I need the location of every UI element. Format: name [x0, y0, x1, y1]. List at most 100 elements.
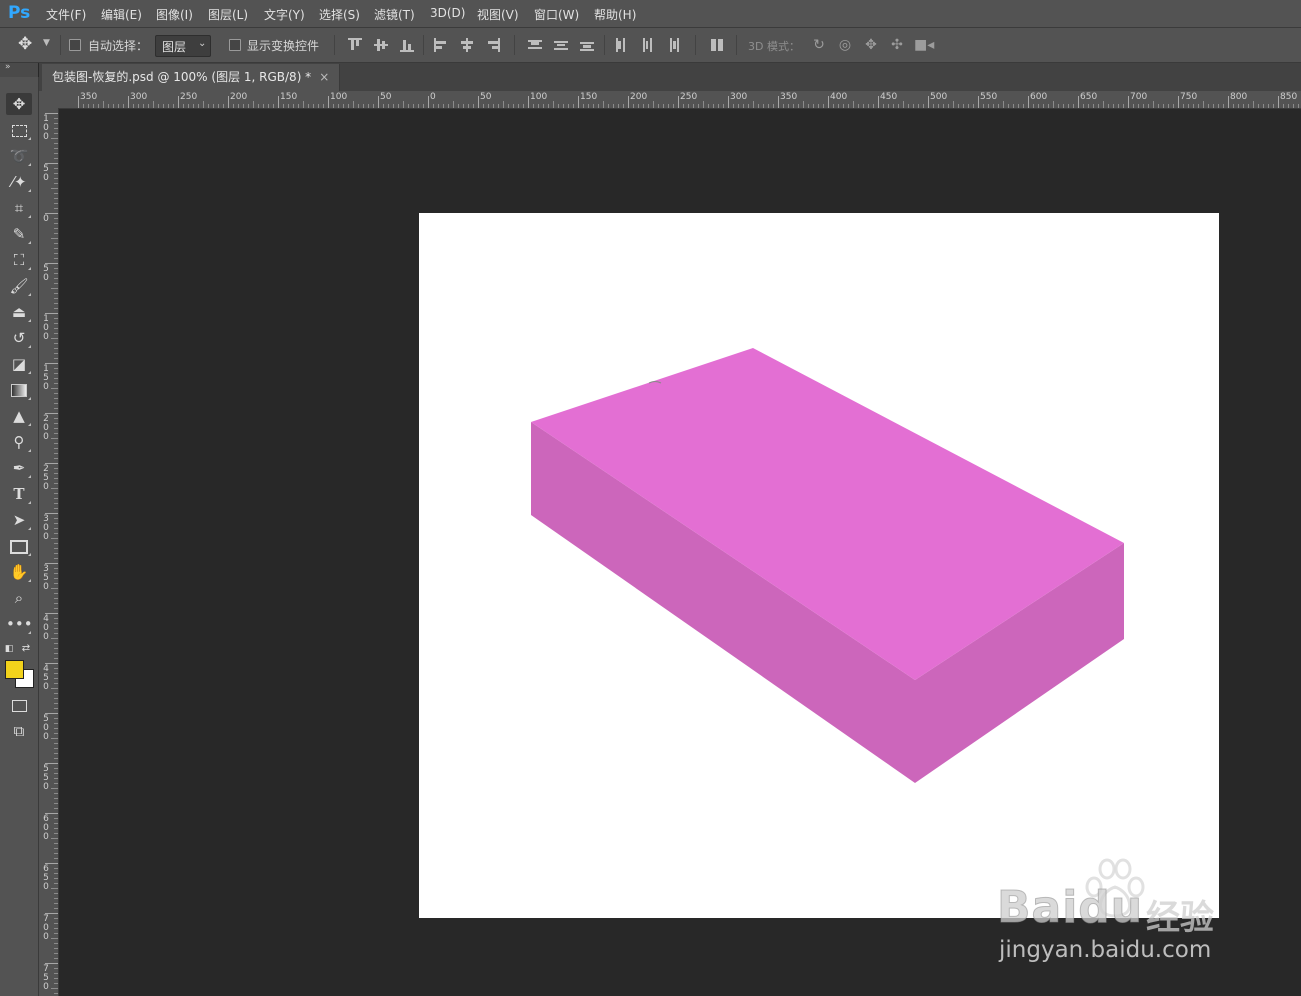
ruler-major-tick [378, 96, 379, 108]
hand-tool-icon[interactable]: ✋ [6, 561, 32, 583]
dodge-tool-icon[interactable]: ⚲ [6, 431, 32, 453]
default-colors-icon[interactable]: ◧ [3, 638, 15, 660]
menu-layer[interactable]: 图层(L) [208, 6, 248, 23]
3d-slide-icon[interactable]: ✣ [888, 36, 906, 54]
ruler-label: 750 [43, 964, 49, 992]
3d-pan-icon[interactable]: ✥ [862, 36, 880, 54]
ruler-major-tick [1028, 96, 1029, 108]
ruler-major-tick [428, 96, 429, 108]
more-tools-icon[interactable]: ••• [6, 613, 33, 635]
align-bottom-icon[interactable] [400, 38, 414, 52]
blur-tool-icon[interactable]: ▲ [6, 405, 32, 427]
ruler-origin[interactable] [39, 91, 59, 109]
menu-file[interactable]: 文件(F) [46, 6, 86, 23]
close-icon[interactable]: × [319, 70, 329, 84]
menu-edit[interactable]: 编辑(E) [101, 6, 142, 23]
menu-filter[interactable]: 滤镜(T) [374, 6, 415, 23]
tools-panel: ✥ ➰ ⁄✦ ⌗ ✎ ⛶ 🖌 ⏏ ↺ ◪ ▲ ⚲ ✒ T ➤ ✋ ⌕ ••• ◧… [0, 77, 39, 996]
menu-3d[interactable]: 3D(D) [430, 6, 465, 20]
document-canvas[interactable] [419, 213, 1219, 918]
foreground-color-swatch[interactable] [5, 660, 24, 679]
lasso-tool-icon[interactable]: ➰ [6, 145, 32, 167]
zoom-tool-icon[interactable]: ⌕ [6, 587, 32, 609]
ruler-label: 0 [430, 92, 436, 102]
quick-mask-icon[interactable] [6, 694, 32, 716]
3d-rotate-icon[interactable]: ↻ [810, 36, 828, 54]
ruler-label: 550 [980, 92, 998, 102]
distribute-left-icon[interactable] [614, 38, 628, 52]
marquee-tool-icon[interactable] [6, 119, 32, 141]
menu-window[interactable]: 窗口(W) [534, 6, 579, 23]
ruler-major-tick [128, 96, 129, 108]
align-right-icon[interactable] [486, 38, 500, 52]
menu-help[interactable]: 帮助(H) [594, 6, 636, 23]
document-tab[interactable]: 包装图-恢复的.psd @ 100% (图层 1, RGB/8) * × [42, 64, 341, 91]
ruler-label: 650 [43, 864, 49, 892]
ruler-major-tick [178, 96, 179, 108]
screen-mode-icon[interactable]: ⧉ [6, 720, 32, 742]
ruler-label: 350 [43, 564, 49, 592]
eraser-tool-icon[interactable]: ◪ [6, 353, 32, 375]
magic-wand-tool-icon[interactable]: ⁄✦ [6, 171, 32, 193]
ruler-label: 350 [780, 92, 798, 102]
ruler-major-tick [978, 96, 979, 108]
3d-scale-icon[interactable]: ■◂ [914, 36, 934, 54]
history-brush-tool-icon[interactable]: ↺ [6, 327, 32, 349]
align-top-icon[interactable] [348, 38, 362, 52]
ruler-label: 600 [43, 814, 49, 842]
auto-align-icon[interactable] [710, 38, 724, 52]
distribute-bottom-icon[interactable] [580, 38, 594, 52]
stamp-tool-icon[interactable]: ⏏ [6, 301, 32, 323]
chevron-down-icon[interactable]: ▼ [43, 38, 50, 48]
ruler-label: 700 [1130, 92, 1148, 102]
ruler-major-tick [828, 96, 829, 108]
ruler-major-tick [1128, 96, 1129, 108]
ruler-label: 200 [230, 92, 248, 102]
pen-tool-icon[interactable]: ✒ [6, 457, 32, 479]
menu-view[interactable]: 视图(V) [477, 6, 519, 23]
ruler-label: 600 [1030, 92, 1048, 102]
ruler-label: 450 [43, 664, 49, 692]
gradient-tool-icon[interactable] [6, 379, 32, 401]
align-vcenter-icon[interactable] [374, 38, 388, 52]
path-select-tool-icon[interactable]: ➤ [6, 509, 32, 531]
auto-select-target-dropdown[interactable]: 图层 ⌄ [155, 35, 211, 57]
distribute-vcenter-icon[interactable] [554, 38, 568, 52]
menu-type[interactable]: 文字(Y) [264, 6, 305, 23]
ruler-label: 150 [280, 92, 298, 102]
ruler-major-tick [628, 96, 629, 108]
crop-tool-icon[interactable]: ⌗ [6, 197, 32, 219]
ruler-label: 400 [43, 614, 49, 642]
ruler-label: 350 [80, 92, 98, 102]
rectangle-tool-icon[interactable] [6, 535, 32, 557]
show-transform-checkbox[interactable] [229, 39, 241, 51]
eyedropper-tool-icon[interactable]: ✎ [6, 223, 32, 245]
align-hcenter-icon[interactable] [460, 38, 474, 52]
swap-colors-icon[interactable]: ⇄ [20, 638, 32, 660]
double-chevron-icon: » [5, 62, 11, 72]
box-illustration [531, 348, 1124, 783]
horizontal-ruler[interactable]: 350 300 250 200 150 100 50 0 50 100 150 200 250 300 35… [58, 91, 1301, 109]
toolbar-collapse-handle[interactable]: » [0, 62, 38, 77]
align-left-icon[interactable] [434, 38, 448, 52]
menu-bar: Ps 文件(F) 编辑(E) 图像(I) 图层(L) 文字(Y) 选择(S) 滤… [0, 0, 1301, 28]
ruler-major-tick [778, 96, 779, 108]
auto-select-checkbox[interactable] [69, 39, 81, 51]
ruler-label: 850 [1280, 92, 1298, 102]
move-tool-icon[interactable]: ✥ [6, 93, 32, 115]
move-icon[interactable]: ✥ [18, 34, 32, 54]
ruler-major-tick [78, 96, 79, 108]
ruler-label: 650 [1080, 92, 1098, 102]
menu-select[interactable]: 选择(S) [319, 6, 360, 23]
menu-image[interactable]: 图像(I) [156, 6, 193, 23]
distribute-top-icon[interactable] [528, 38, 542, 52]
3d-roll-icon[interactable]: ◎ [836, 36, 854, 54]
type-tool-icon[interactable]: T [6, 483, 32, 505]
brush-tool-icon[interactable]: 🖌 [6, 275, 32, 297]
vertical-ruler[interactable]: 100 50 0 50 100 150 200 250 300 350 400 450 500 550 60… [39, 108, 59, 996]
ruler-major-tick [678, 96, 679, 108]
distribute-right-icon[interactable] [666, 38, 680, 52]
ruler-label: 800 [1230, 92, 1248, 102]
distribute-hcenter-icon[interactable] [640, 38, 654, 52]
healing-tool-icon[interactable]: ⛶ [6, 249, 32, 271]
